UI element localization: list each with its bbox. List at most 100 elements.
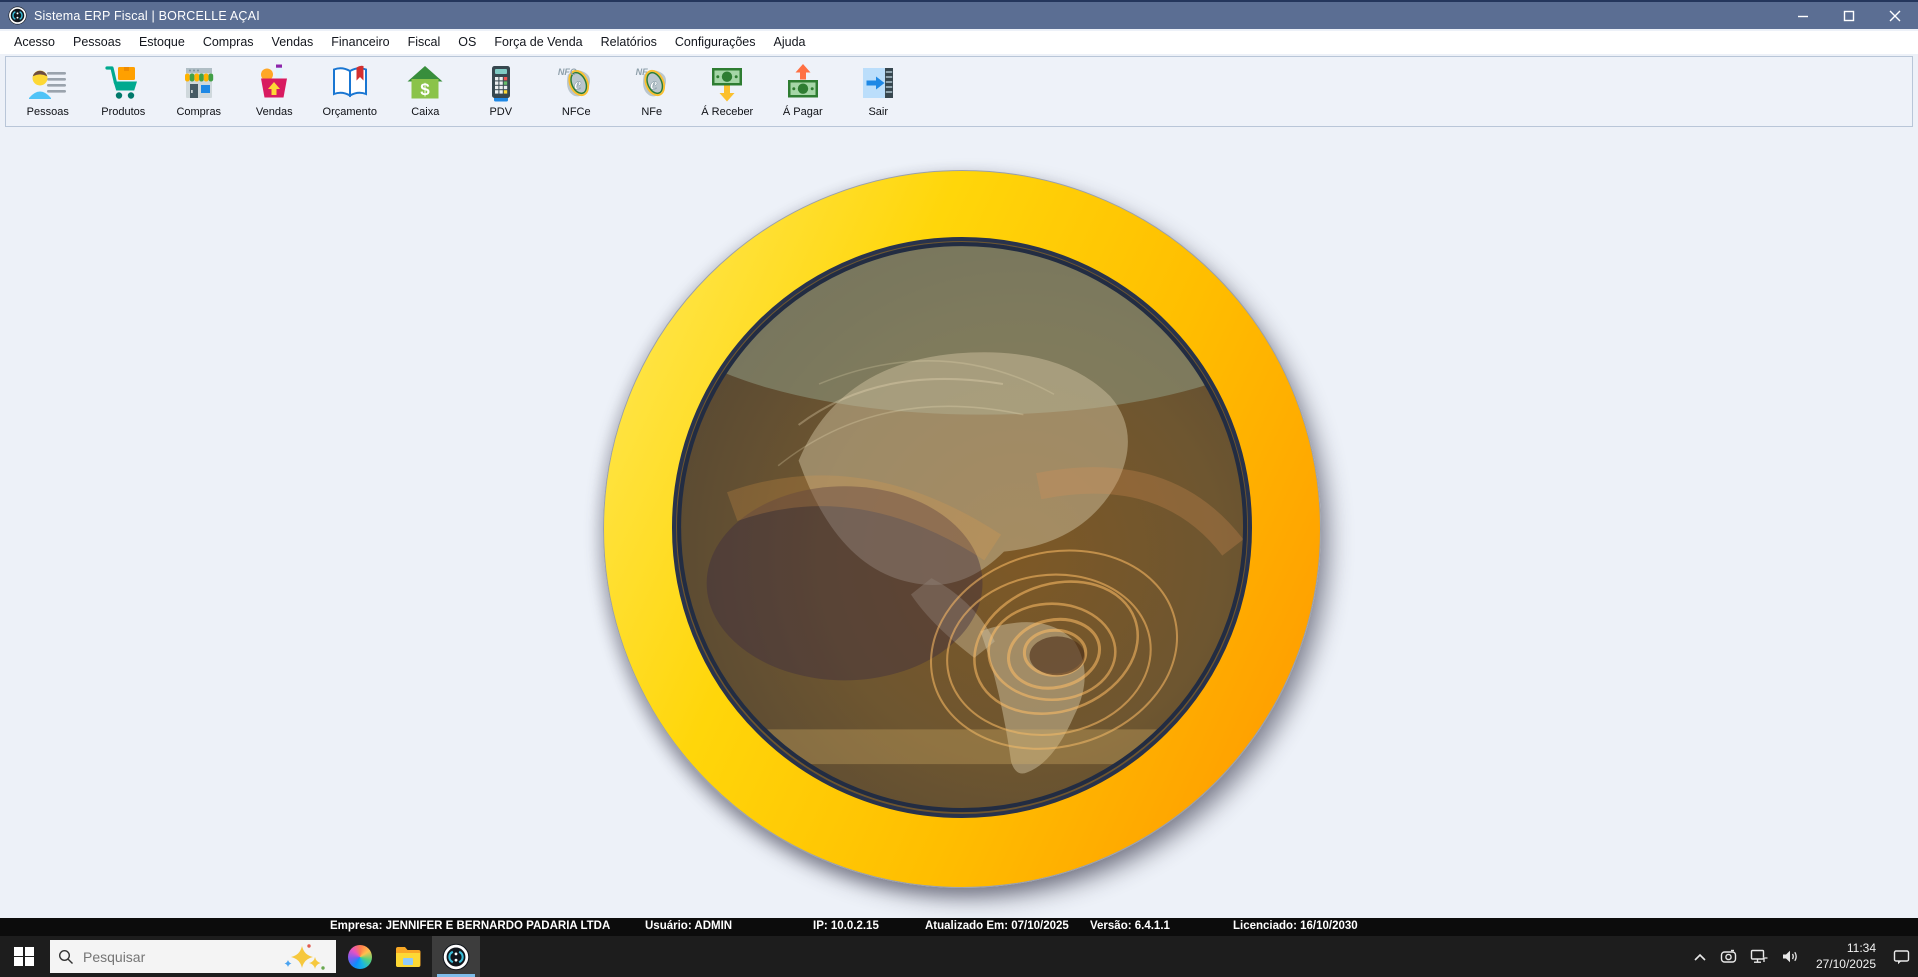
globe-logo bbox=[603, 170, 1321, 888]
toolbar: Pessoas Produtos bbox=[5, 56, 1913, 127]
speaker-icon bbox=[1781, 949, 1799, 964]
toolbar-label: Á Receber bbox=[701, 106, 753, 118]
tray-screen-record[interactable] bbox=[1720, 949, 1737, 964]
taskbar-erp-app[interactable] bbox=[432, 936, 480, 977]
toolbar-a-receber[interactable]: Á Receber bbox=[690, 63, 766, 118]
search-icon bbox=[58, 949, 74, 965]
clock-time: 11:34 bbox=[1816, 941, 1876, 957]
toolbar-nfce[interactable]: e NFC NFCe bbox=[539, 63, 615, 118]
menu-compras[interactable]: Compras bbox=[194, 31, 263, 54]
taskbar-clock[interactable]: 11:34 27/10/2025 bbox=[1816, 941, 1876, 972]
maximize-icon bbox=[1843, 10, 1855, 22]
money-in-icon bbox=[707, 63, 747, 103]
storefront-icon bbox=[179, 63, 219, 103]
toolbar-vendas[interactable]: Vendas bbox=[237, 63, 313, 118]
toolbar-a-pagar[interactable]: Á Pagar bbox=[765, 63, 841, 118]
status-usuario: Usuário: ADMIN bbox=[645, 920, 732, 932]
toolbar-produtos[interactable]: Produtos bbox=[86, 63, 162, 118]
toolbar-label: NFe bbox=[641, 106, 662, 118]
menu-pessoas[interactable]: Pessoas bbox=[64, 31, 130, 54]
menu-vendas[interactable]: Vendas bbox=[263, 31, 323, 54]
erp-app-icon bbox=[442, 943, 470, 971]
nfe-e-glyph: e bbox=[650, 74, 657, 93]
nfce-icon: e NFC bbox=[556, 63, 596, 103]
nfe-icon: e NF bbox=[632, 63, 672, 103]
toolbar-label: Á Pagar bbox=[783, 106, 823, 118]
toolbar-label: Compras bbox=[176, 106, 221, 118]
windows-taskbar: 11:34 27/10/2025 bbox=[0, 936, 1918, 977]
menu-fiscal[interactable]: Fiscal bbox=[399, 31, 450, 54]
taskbar-file-explorer[interactable] bbox=[384, 936, 432, 977]
toolbar-nfe[interactable]: e NF NFe bbox=[614, 63, 690, 118]
toolbar-label: PDV bbox=[489, 106, 512, 118]
app-logo-icon bbox=[8, 6, 27, 25]
status-ip: IP: 10.0.2.15 bbox=[813, 920, 879, 932]
toolbar-sair[interactable]: Sair bbox=[841, 63, 917, 118]
tray-notifications[interactable] bbox=[1893, 949, 1910, 965]
copilot-sparkle-icon bbox=[282, 941, 328, 973]
menu-configuracoes[interactable]: Configurações bbox=[666, 31, 765, 54]
close-icon bbox=[1889, 10, 1901, 22]
close-button[interactable] bbox=[1872, 2, 1918, 29]
menu-forca-de-venda[interactable]: Força de Venda bbox=[485, 31, 591, 54]
maximize-button[interactable] bbox=[1826, 2, 1872, 29]
toolbar-label: Orçamento bbox=[323, 106, 377, 118]
menu-financeiro[interactable]: Financeiro bbox=[322, 31, 398, 54]
title-bar: Sistema ERP Fiscal | BORCELLE AÇAI bbox=[0, 0, 1918, 29]
taskbar-copilot[interactable] bbox=[336, 936, 384, 977]
erp-application-window: Sistema ERP Fiscal | BORCELLE AÇAI Acess… bbox=[0, 0, 1918, 977]
toolbar-caixa[interactable]: $ Caixa bbox=[388, 63, 464, 118]
window-controls bbox=[1780, 2, 1918, 29]
toolbar-label: Sair bbox=[868, 106, 888, 118]
toolbar-label: Pessoas bbox=[27, 106, 69, 118]
exit-icon bbox=[858, 63, 898, 103]
window-title: Sistema ERP Fiscal | BORCELLE AÇAI bbox=[34, 9, 260, 23]
menu-os[interactable]: OS bbox=[449, 31, 485, 54]
toolbar-label: Produtos bbox=[101, 106, 145, 118]
tray-volume[interactable] bbox=[1781, 949, 1799, 964]
money-out-icon bbox=[783, 63, 823, 103]
search-input[interactable] bbox=[83, 949, 223, 965]
system-tray: 11:34 27/10/2025 bbox=[1693, 941, 1918, 972]
person-contacts-icon bbox=[28, 63, 68, 103]
menu-acesso[interactable]: Acesso bbox=[5, 31, 64, 54]
notification-icon bbox=[1893, 949, 1910, 965]
toolbar-pdv[interactable]: PDV bbox=[463, 63, 539, 118]
open-book-icon bbox=[330, 63, 370, 103]
toolbar-label: Vendas bbox=[256, 106, 293, 118]
minimize-icon bbox=[1797, 10, 1809, 22]
house-dollar-icon: $ bbox=[405, 63, 445, 103]
menu-estoque[interactable]: Estoque bbox=[130, 31, 194, 54]
start-button[interactable] bbox=[0, 936, 48, 977]
network-icon bbox=[1750, 949, 1768, 964]
folder-icon bbox=[395, 946, 421, 968]
globe-image bbox=[672, 237, 1252, 817]
status-versao: Versão: 6.4.1.1 bbox=[1090, 920, 1170, 932]
chevron-up-icon bbox=[1693, 952, 1707, 962]
nfce-e-glyph: e bbox=[574, 74, 581, 93]
status-bar: Empresa: JENNIFER E BERNARDO PADARIA LTD… bbox=[0, 918, 1918, 936]
windows-logo-icon bbox=[14, 947, 34, 967]
dollar-glyph: $ bbox=[421, 80, 431, 99]
menu-relatorios[interactable]: Relatórios bbox=[592, 31, 666, 54]
toolbar-label: Caixa bbox=[411, 106, 439, 118]
shopping-basket-icon bbox=[254, 63, 294, 103]
shopping-cart-icon bbox=[103, 63, 143, 103]
pos-terminal-icon bbox=[481, 63, 521, 103]
minimize-button[interactable] bbox=[1780, 2, 1826, 29]
tray-chevron-up[interactable] bbox=[1693, 952, 1707, 962]
status-empresa: Empresa: JENNIFER E BERNARDO PADARIA LTD… bbox=[330, 920, 610, 932]
taskbar-search[interactable] bbox=[50, 940, 336, 973]
globe-art bbox=[676, 241, 1248, 813]
status-licenciado: Licenciado: 16/10/2030 bbox=[1233, 920, 1358, 932]
status-atualizado: Atualizado Em: 07/10/2025 bbox=[925, 920, 1069, 932]
toolbar-label: NFCe bbox=[562, 106, 591, 118]
toolbar-orcamento[interactable]: Orçamento bbox=[312, 63, 388, 118]
screen-record-icon bbox=[1720, 949, 1737, 964]
toolbar-compras[interactable]: Compras bbox=[161, 63, 237, 118]
clock-date: 27/10/2025 bbox=[1816, 957, 1876, 973]
toolbar-pessoas[interactable]: Pessoas bbox=[10, 63, 86, 118]
tray-network[interactable] bbox=[1750, 949, 1768, 964]
menu-ajuda[interactable]: Ajuda bbox=[765, 31, 815, 54]
menu-bar: Acesso Pessoas Estoque Compras Vendas Fi… bbox=[0, 31, 1918, 54]
